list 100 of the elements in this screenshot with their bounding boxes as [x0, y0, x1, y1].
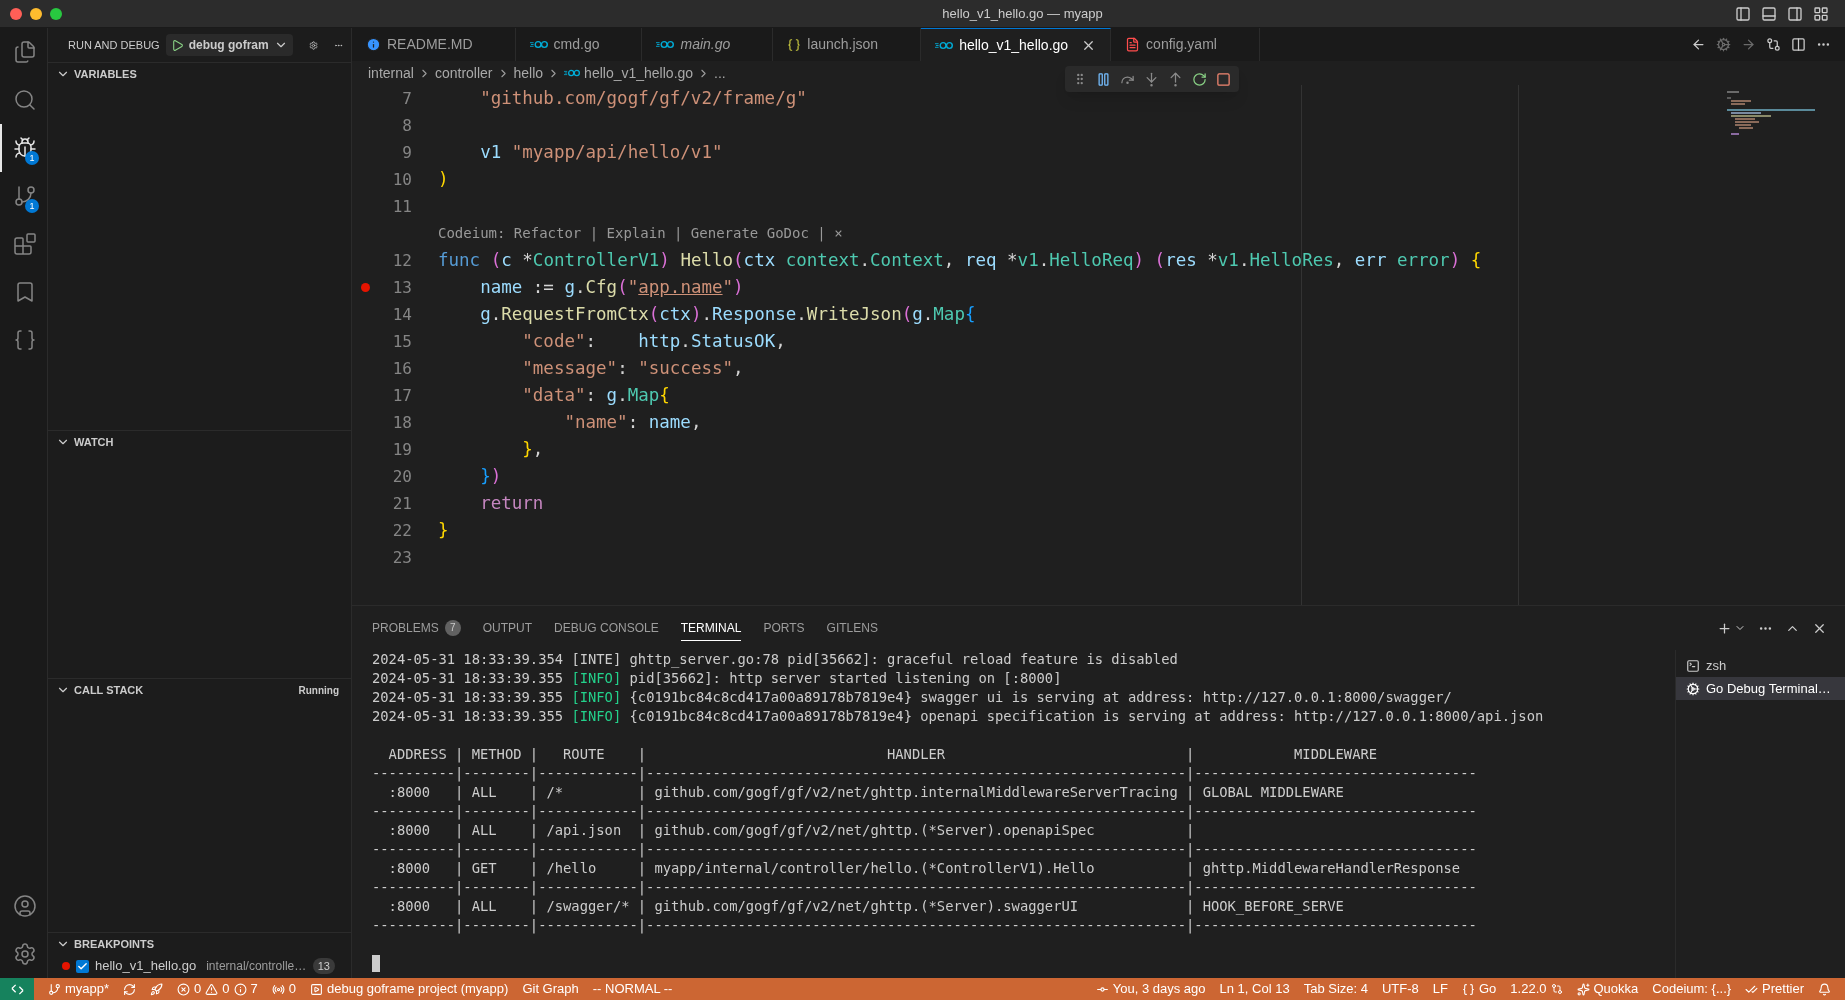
secondary-sidebar-icon[interactable]	[1787, 5, 1803, 22]
version-button[interactable]: 1.22.0	[1510, 979, 1563, 999]
stop-icon[interactable]	[1216, 71, 1231, 87]
compare-icon[interactable]	[1766, 37, 1781, 52]
account-icon[interactable]	[13, 894, 37, 918]
close-window-button[interactable]	[10, 7, 22, 20]
codelens[interactable]: Codeium: Refactor | Explain | Generate GoDoc | ×	[438, 223, 843, 244]
line-number: 15	[391, 330, 412, 353]
split-editor-icon[interactable]	[1791, 37, 1806, 52]
terminal-line: ----------|--------|------------|-----------------------------------------------------------------|----------------------------------	[372, 916, 1478, 935]
breadcrumb[interactable]: hello_v1_hello.go	[584, 62, 694, 84]
line-badge: 13	[312, 958, 335, 974]
files-icon[interactable]	[13, 40, 37, 64]
section-title[interactable]: WATCH	[74, 433, 114, 451]
section-title[interactable]: BREAKPOINTS	[74, 935, 155, 953]
editor-tab[interactable]: cmd.go	[515, 28, 643, 61]
breadcrumb[interactable]: controller	[434, 62, 493, 84]
breakpoint-path: internal/controlle…	[206, 958, 307, 975]
go-file-icon	[656, 40, 675, 49]
add-terminal-icon[interactable]	[1717, 620, 1732, 636]
breadcrumb[interactable]: hello	[513, 62, 544, 84]
section-title[interactable]: CALL STACK	[74, 681, 144, 699]
blocks-icon[interactable]	[13, 232, 37, 256]
editor-tab[interactable]: README.MD	[352, 28, 516, 61]
gear-icon[interactable]	[1716, 37, 1731, 52]
forward-icon[interactable]	[1741, 37, 1756, 52]
bell-icon[interactable]	[1818, 982, 1831, 996]
status-item[interactable]: UTF-8	[1382, 979, 1419, 999]
line-number: 18	[391, 411, 412, 434]
checkbox[interactable]	[76, 959, 89, 973]
antenna-icon	[271, 982, 285, 996]
pause-icon[interactable]	[1096, 71, 1111, 87]
breakpoint-file[interactable]: hello_v1_hello.go	[95, 956, 197, 976]
problems-button[interactable]: 0 0 7	[177, 979, 258, 999]
step-out-icon[interactable]	[1168, 71, 1183, 87]
code-line: "name": name,	[563, 411, 702, 435]
debug-button[interactable]: debug goframe project (myapp)	[310, 979, 509, 999]
line-number: 23	[391, 546, 412, 569]
count-badge: 1	[25, 151, 39, 165]
sync-icon[interactable]	[123, 982, 137, 996]
info-icon	[366, 37, 381, 52]
debug-icon	[310, 982, 323, 996]
breadcrumb[interactable]: internal	[368, 62, 414, 84]
breakpoint-icon[interactable]	[361, 283, 370, 292]
terminal-line: ----------|--------|------------|-----------------------------------------------------------------|----------------------------------	[372, 802, 1478, 821]
panel-tab[interactable]: GITLENS	[826, 615, 878, 641]
minimize-window-button[interactable]	[30, 7, 42, 20]
status-item[interactable]: LF	[1432, 979, 1448, 999]
panel-tab[interactable]: PROBLEMS 7	[372, 615, 461, 641]
quokka-button[interactable]: Quokka	[1576, 979, 1639, 999]
line-number: 10	[391, 168, 412, 191]
braces-icon[interactable]	[13, 328, 37, 352]
panel-tab[interactable]: PORTS	[763, 615, 805, 641]
status-item[interactable]: Tab Size: 4	[1303, 979, 1368, 999]
status-item[interactable]: -- NORMAL --	[592, 979, 673, 999]
line-number: 16	[391, 357, 412, 380]
play-icon	[170, 38, 184, 52]
back-icon[interactable]	[1691, 37, 1706, 52]
status-text: Running	[298, 683, 339, 698]
debug-config-dropdown[interactable]: debug gofram	[165, 34, 293, 56]
tab-label: hello_v1_hello.go	[959, 35, 1069, 55]
remote-button[interactable]	[0, 978, 34, 1000]
editor-tab[interactable]: main.go	[642, 28, 774, 61]
editor-tab[interactable]: config.yaml	[1111, 28, 1260, 61]
breadcrumb[interactable]: ...	[714, 62, 726, 84]
info-icon	[233, 982, 247, 996]
settings-icon[interactable]	[13, 942, 37, 966]
terminal-list-item[interactable]: Go Debug Terminal…	[1676, 677, 1845, 700]
search-icon[interactable]	[13, 88, 37, 112]
rocket-icon[interactable]	[150, 982, 164, 996]
panel-tab[interactable]: TERMINAL	[680, 615, 742, 641]
count-badge: 1	[25, 199, 39, 213]
branch-button[interactable]: myapp*	[48, 979, 110, 999]
sidebar-toggle-icon[interactable]	[1735, 5, 1751, 22]
status-item[interactable]: Ln 1, Col 13	[1219, 979, 1290, 999]
prettier-button[interactable]: Prettier	[1745, 979, 1804, 999]
section-title[interactable]: VARIABLES	[74, 65, 137, 83]
branch-icon[interactable]	[13, 184, 37, 208]
blame-button[interactable]: You, 3 days ago	[1095, 979, 1206, 999]
status-item[interactable]: Git Graph	[522, 979, 579, 999]
editor-tab[interactable]: hello_v1_hello.go	[921, 28, 1112, 61]
status-item[interactable]: Codeium: {...}	[1652, 979, 1732, 999]
line-number: 13	[391, 276, 412, 299]
layout-icon[interactable]	[1813, 5, 1829, 22]
sparkle-icon	[1576, 982, 1590, 996]
terminal-line: ----------|--------|------------|-----------------------------------------------------------------|----------------------------------	[372, 840, 1478, 859]
language-button[interactable]: Go	[1462, 979, 1497, 999]
restart-icon[interactable]	[1192, 71, 1207, 87]
branch-icon	[48, 982, 61, 996]
zoom-window-button[interactable]	[50, 7, 62, 20]
go-file-icon	[935, 40, 954, 50]
code-line: g.RequestFromCtx(ctx).Response.WriteJson(g.Map{	[479, 303, 976, 327]
panel-tab[interactable]: OUTPUT	[482, 615, 533, 641]
terminal-list-item[interactable]: zsh	[1676, 654, 1845, 677]
ports-button[interactable]: 0	[271, 979, 296, 999]
bug-icon[interactable]	[13, 136, 37, 160]
code-line: return	[479, 492, 544, 516]
step-into-icon[interactable]	[1144, 71, 1159, 87]
panel-tab[interactable]: DEBUG CONSOLE	[554, 615, 659, 641]
panel-toggle-icon[interactable]	[1761, 5, 1777, 22]
